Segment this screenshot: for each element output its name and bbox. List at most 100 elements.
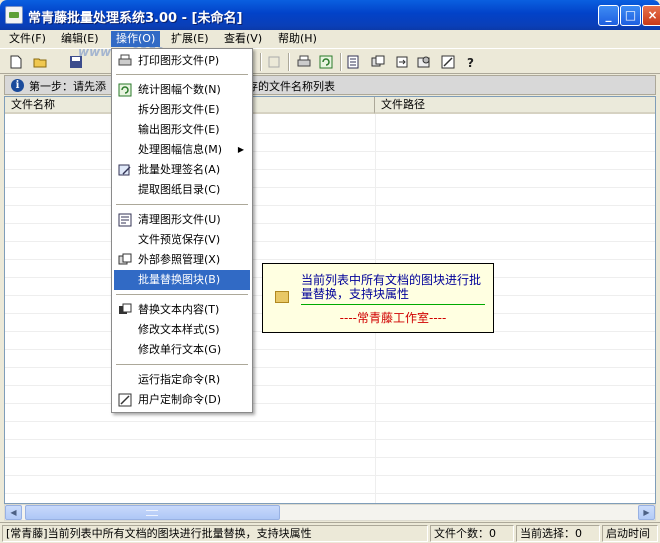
menu-item-label: 输出图形文件(E) [138,123,220,136]
menu-item-run-command[interactable]: 运行指定命令(R) [114,370,250,390]
tooltip-divider [301,304,485,305]
grid-row-line [5,367,655,368]
grid-row-line [5,187,655,188]
menu-item-batch-sign[interactable]: 批量处理签名(A) [114,160,250,180]
new-file-button[interactable] [6,52,26,72]
menu-item-count-sheets[interactable]: 统计图幅个数(N) [114,80,250,100]
grid-row-line [5,259,655,260]
list-export-icon [347,55,359,69]
clean-icon [118,213,132,227]
menu-item-label: 处理图幅信息(M) [138,143,223,156]
toolbar-separator [260,53,262,71]
menu-item-replace-text[interactable]: 替换文本内容(T) [114,300,250,320]
toolbar-separator [340,53,342,71]
grid-row-line [5,457,655,458]
menu-separator [116,364,248,366]
menu-item-label: 打印图形文件(P) [138,54,220,67]
help-icon: ? [467,56,474,69]
disabled-tool-button[interactable] [264,52,284,72]
toolbar-separator [288,53,290,71]
grid-row-line [5,493,655,494]
grid-row-line [5,475,655,476]
menu-item-label: 修改文本样式(S) [138,323,220,336]
menu-item-print[interactable]: 打印图形文件(P) [114,51,250,71]
open-folder-icon [33,58,47,68]
menu-item-single-line-text[interactable]: 修改单行文本(G) [114,340,250,360]
scroll-grip-icon [146,510,158,516]
tooltip-signature: ----常青藤工作室---- [339,311,447,325]
menu-item-split[interactable]: 拆分图形文件(E) [114,100,250,120]
menu-item-label: 清理图形文件(U) [138,213,221,226]
menu-item-output[interactable]: 输出图形文件(E) [114,120,250,140]
refresh-icon [319,55,333,69]
maximize-button[interactable]: □ [620,5,641,26]
printer-icon [297,55,311,67]
menu-item-preview-save[interactable]: 文件预览保存(V) [114,230,250,250]
open-file-button[interactable] [30,52,50,72]
replace-text-icon [119,303,132,314]
custom-command-button[interactable] [438,52,458,72]
status-selected-count: 当前选择：0 [516,525,600,542]
column-header-filepath[interactable]: 文件路径 [375,97,655,114]
help-button[interactable]: ? [460,52,480,72]
step-info-text-start: 第一步：请先添 [29,80,106,93]
svg-text:?: ? [467,56,474,69]
window-title: 常青藤批量处理系统3.00 - [未命名] [28,11,243,26]
operate-menu-dropdown: 打印图形文件(P) 统计图幅个数(N) 拆分图形文件(E) 输出图形文件(E) … [111,48,253,413]
step-info-bar: i 第一步：请先添 保存的文件名称列表 [4,75,656,95]
grid-row-line [5,151,655,152]
grid-row-line [5,133,655,134]
status-start-time: 启动时间 [602,525,658,542]
grid-row-line [5,385,655,386]
menu-item-text-style[interactable]: 修改文本样式(S) [114,320,250,340]
grid-row-line [5,223,655,224]
horizontal-scrollbar[interactable]: ◀ ▶ [4,504,656,521]
menu-tooltip: 当前列表中所有文档的图块进行批量替换，支持块属性 ----常青藤工作室---- [262,263,494,333]
grid-row-line [5,169,655,170]
close-button[interactable]: × [642,5,660,26]
grid-row-line [5,205,655,206]
menu-item-xref[interactable]: 外部参照管理(X) [114,250,250,270]
menu-item-label: 批量处理签名(A) [138,163,221,176]
settings-tool-button[interactable] [414,52,434,72]
scroll-left-arrow[interactable]: ◀ [5,505,22,520]
menu-separator [116,204,248,206]
sign-icon [118,164,131,176]
title-bar[interactable]: 常青藤批量处理系统3.00 - [未命名] _ □ × [0,0,660,30]
scroll-right-arrow[interactable]: ▶ [638,505,655,520]
xref-icon [118,253,132,265]
grid-row-line [5,349,655,350]
menu-separator [116,74,248,76]
menu-item-custom-command[interactable]: 用户定制命令(D) [114,390,250,410]
menu-item-label: 文件预览保存(V) [138,233,221,246]
menu-item-extract-catalog[interactable]: 提取图纸目录(C) [114,180,250,200]
refresh-button[interactable] [316,52,336,72]
menu-item-label: 用户定制命令(D) [138,393,222,406]
menu-item-label: 提取图纸目录(C) [138,183,221,196]
menu-item-label: 统计图幅个数(N) [138,83,221,96]
grid-row-line [5,403,655,404]
menu-item-label: 运行指定命令(R) [138,373,221,386]
folder-icon [275,291,289,303]
blank-page-icon [268,56,280,68]
scroll-thumb[interactable] [25,505,280,520]
menu-help[interactable]: 帮助(H) [273,31,322,47]
export-list-button[interactable] [344,52,364,72]
menu-item-sheet-info[interactable]: 处理图幅信息(M) ▶ [114,140,250,160]
info-icon: i [11,79,24,92]
minimize-button[interactable]: _ [598,5,619,26]
print-button[interactable] [294,52,314,72]
menu-item-label: 拆分图形文件(E) [138,103,220,116]
menu-item-label: 外部参照管理(X) [138,253,221,266]
grid-row-line [5,439,655,440]
replace-block-button[interactable] [392,52,412,72]
menu-item-replace-block[interactable]: 批量替换图块(B) [114,270,250,290]
menu-item-clean[interactable]: 清理图形文件(U) [114,210,250,230]
submenu-arrow-icon: ▶ [237,145,244,154]
menu-view[interactable]: 查看(V) [219,31,267,47]
menu-file[interactable]: 文件(F) [4,31,51,47]
menu-item-label: 批量替换图块(B) [138,273,221,286]
refresh-icon [118,83,132,97]
grid-row-line [5,241,655,242]
batch-tool-button[interactable] [368,52,388,72]
